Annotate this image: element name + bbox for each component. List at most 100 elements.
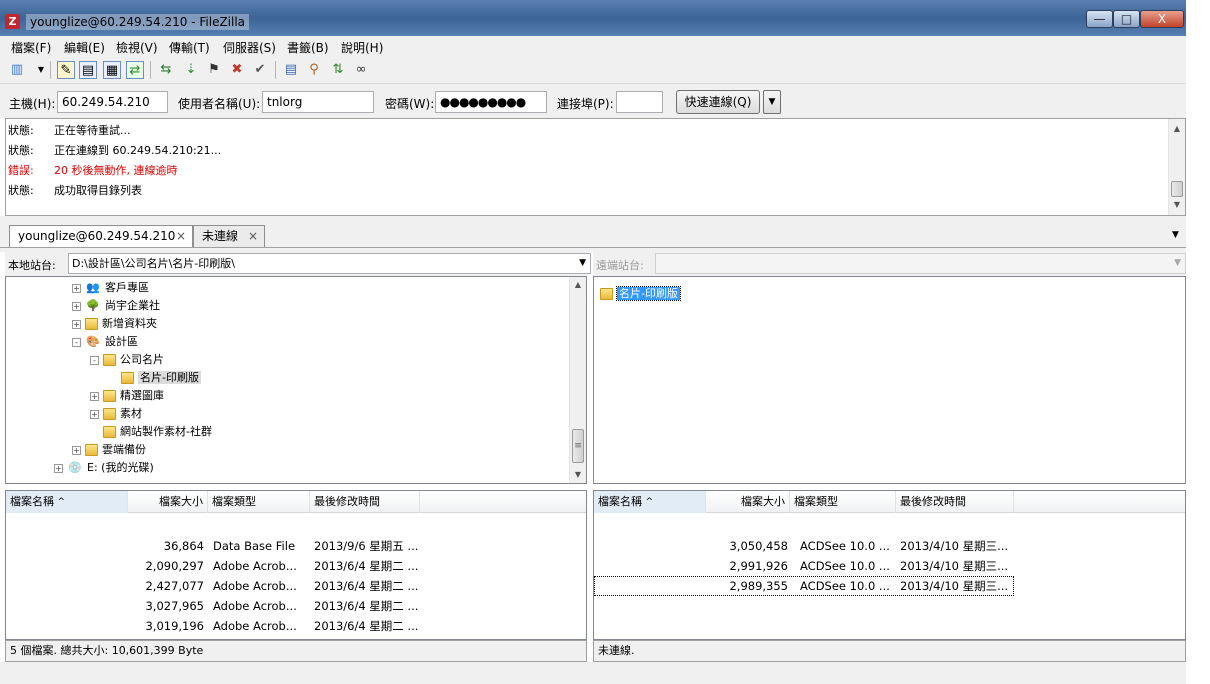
file-row[interactable]: PDF業務經理-反.pdf3,019,196Adobe Acrob...2013…	[6, 616, 586, 636]
tree-node[interactable]: - 公司名片	[90, 351, 164, 369]
tree-node-label: 網站製作素材-社群	[120, 425, 212, 438]
site-manager-dropdown-icon[interactable]: ▼	[32, 61, 50, 79]
close-button[interactable]: X	[1140, 10, 1184, 28]
file-row[interactable]: ..	[6, 516, 586, 536]
scroll-thumb[interactable]: ≡	[572, 429, 584, 463]
splitter[interactable]	[0, 216, 1186, 224]
maximize-button[interactable]: □	[1113, 10, 1140, 28]
menu-transfer[interactable]: 傳輸(T)	[169, 39, 210, 56]
tree-node[interactable]: + 👥 客戶專區	[72, 279, 149, 297]
column-header-name[interactable]: 檔案名稱 ^	[594, 491, 706, 513]
reconnect-icon[interactable]: ✔	[251, 61, 269, 79]
tree-node[interactable]: + 雲端備份	[72, 441, 146, 459]
scroll-up-arrow-icon[interactable]: ▲	[570, 277, 586, 293]
tab-not-connected[interactable]: 未連線 ×	[193, 225, 265, 247]
expand-icon[interactable]: +	[90, 409, 99, 419]
toggle-queue-icon[interactable]: ⇄	[126, 61, 144, 79]
cancel-icon[interactable]: ⚑	[205, 61, 223, 79]
file-row[interactable]: ◎Thumbs.db36,864Data Base File2013/9/6 星…	[6, 536, 586, 556]
tree-node[interactable]: 網站製作素材-社群	[90, 423, 212, 441]
tab-close-icon[interactable]: ×	[248, 226, 258, 246]
quickconnect-button[interactable]: 快速連線(Q)	[676, 90, 760, 114]
tree-node[interactable]: 名片-印刷版	[108, 369, 201, 387]
port-input[interactable]	[616, 91, 663, 113]
expand-icon[interactable]: +	[72, 301, 81, 311]
message-log[interactable]: 狀態: 正在等待重試... 狀態: 正在連線到 60.249.54.210:21..…	[5, 118, 1186, 216]
menu-help[interactable]: 說明(H)	[341, 39, 383, 56]
scroll-down-arrow-icon[interactable]: ▼	[1169, 197, 1185, 213]
file-row[interactable]: PDF名片正面(上光)....2,090,297Adobe Acrob...20…	[6, 556, 586, 576]
file-row[interactable]: PDF尚宇-反.pdf3,027,965Adobe Acrob...2013/6…	[6, 596, 586, 616]
tab-close-icon[interactable]: ×	[176, 226, 186, 246]
tree-node-remote-folder[interactable]: 名片-印刷版	[600, 285, 681, 303]
expand-icon[interactable]: +	[72, 283, 81, 293]
remote-site-path-combo[interactable]: ▼	[655, 253, 1186, 274]
find-icon[interactable]: ∞	[352, 61, 370, 79]
refresh-icon[interactable]: ⇆	[157, 61, 175, 79]
file-row[interactable]: PSD業務經理.psd2,989,355ACDSee 10.0 ...2013/…	[594, 576, 1014, 596]
file-row[interactable]: PDF名片正面.pdf2,427,077Adobe Acrob...2013/6…	[6, 576, 586, 596]
file-row[interactable]: PSD尚宇.psd3,050,458ACDSee 10.0 ...2013/4/…	[594, 536, 1185, 556]
chevron-down-icon[interactable]: ▼	[579, 254, 586, 273]
expand-icon[interactable]: +	[54, 463, 63, 473]
expand-icon[interactable]: +	[90, 391, 99, 401]
filter-icon[interactable]: ▤	[282, 61, 300, 79]
local-tree-scrollbar[interactable]: ▲ ≡ ▼	[569, 277, 586, 483]
remote-file-list[interactable]: 檔案名稱 ^ 檔案大小 檔案類型 最後修改時間 ..PSD尚宇.psd3,050…	[593, 490, 1186, 640]
password-input[interactable]: ●●●●●●●●●	[435, 91, 547, 113]
log-scrollbar[interactable]: ▲ ▼	[1168, 119, 1185, 215]
file-modified: 2013/4/10 星期三...	[900, 539, 1009, 553]
tab-label: 未連線	[202, 229, 239, 243]
tree-node[interactable]: + 💿 E: (我的光碟)	[54, 459, 154, 477]
sync-browse-icon[interactable]: ⇅	[329, 61, 347, 79]
tab-list-dropdown-icon[interactable]: ▼	[1172, 230, 1179, 240]
toggle-local-tree-icon[interactable]: ▤	[79, 61, 97, 79]
menu-server[interactable]: 伺服器(S)	[223, 39, 276, 56]
column-header-modified[interactable]: 最後修改時間	[310, 491, 420, 513]
collapse-icon[interactable]: -	[72, 337, 81, 347]
file-modified: 2013/9/6 星期五 ...	[314, 539, 419, 553]
process-queue-icon[interactable]: ⇣	[182, 61, 200, 79]
column-header-size[interactable]: 檔案大小	[706, 491, 790, 513]
tab-connection-1[interactable]: younglize@60.249.54.210 ×	[9, 225, 193, 247]
title-bar[interactable]: Z younglize@60.249.54.210 - FileZilla — …	[0, 0, 1186, 36]
tree-node[interactable]: + 素材	[90, 405, 142, 423]
username-input[interactable]: tnlorg	[262, 91, 374, 113]
tree-node[interactable]: + 新增資料夾	[72, 315, 157, 333]
column-header-size[interactable]: 檔案大小	[128, 491, 208, 513]
file-row[interactable]: PSD業務專員.psd2,991,926ACDSee 10.0 ...2013/…	[594, 556, 1185, 576]
local-directory-tree[interactable]: + 👥 客戶專區 + 🌳 尚宇企業社 + 新增資料夾 - 🎨 設計區 - 公司名片 名片-印刷版 + 精選圖庫…	[5, 276, 587, 484]
expand-icon[interactable]: +	[72, 319, 81, 329]
log-row: 狀態: 正在連線到 60.249.54.210:21...	[8, 144, 222, 157]
tree-node[interactable]: + 🌳 尚宇企業社	[72, 297, 160, 315]
menu-edit[interactable]: 編輯(E)	[64, 39, 105, 56]
column-header-type[interactable]: 檔案類型	[208, 491, 310, 513]
column-header-name[interactable]: 檔案名稱 ^	[6, 491, 128, 513]
column-header-type[interactable]: 檔案類型	[790, 491, 896, 513]
local-site-path-combo[interactable]: D:\設計區\公司名片\名片-印刷版\ ▼	[68, 253, 591, 274]
tree-node[interactable]: + 精選圖庫	[90, 387, 164, 405]
tree-node[interactable]: - 🎨 設計區	[72, 333, 138, 351]
collapse-icon[interactable]: -	[90, 355, 99, 365]
column-header-modified[interactable]: 最後修改時間	[896, 491, 1014, 513]
toggle-log-icon[interactable]: ✎	[57, 61, 75, 79]
scroll-thumb[interactable]	[1171, 181, 1183, 197]
scroll-down-arrow-icon[interactable]: ▼	[570, 467, 586, 483]
site-manager-icon[interactable]: ▥	[8, 61, 26, 79]
compare-icon[interactable]: ⚲	[305, 61, 323, 79]
scroll-up-arrow-icon[interactable]: ▲	[1169, 121, 1185, 137]
toggle-remote-tree-icon[interactable]: ▦	[103, 61, 121, 79]
menu-file[interactable]: 檔案(F)	[11, 39, 51, 56]
local-file-list[interactable]: 檔案名稱 ^ 檔案大小 檔案類型 最後修改時間 ..◎Thumbs.db36,8…	[5, 490, 587, 640]
expand-icon[interactable]: +	[72, 445, 81, 455]
chevron-down-icon[interactable]: ▼	[1174, 254, 1181, 273]
minimize-button[interactable]: —	[1086, 10, 1113, 28]
menu-bookmarks[interactable]: 書籤(B)	[287, 39, 329, 56]
tree-node-label: 名片-印刷版	[616, 286, 681, 301]
quickconnect-dropdown-icon[interactable]: ▼	[763, 90, 781, 114]
menu-view[interactable]: 檢視(V)	[116, 39, 158, 56]
host-input[interactable]: 60.249.54.210	[57, 91, 168, 113]
disconnect-icon[interactable]: ✖	[228, 61, 246, 79]
file-row[interactable]: ..	[594, 516, 1185, 536]
remote-directory-tree[interactable]: 名片-印刷版	[593, 276, 1186, 484]
